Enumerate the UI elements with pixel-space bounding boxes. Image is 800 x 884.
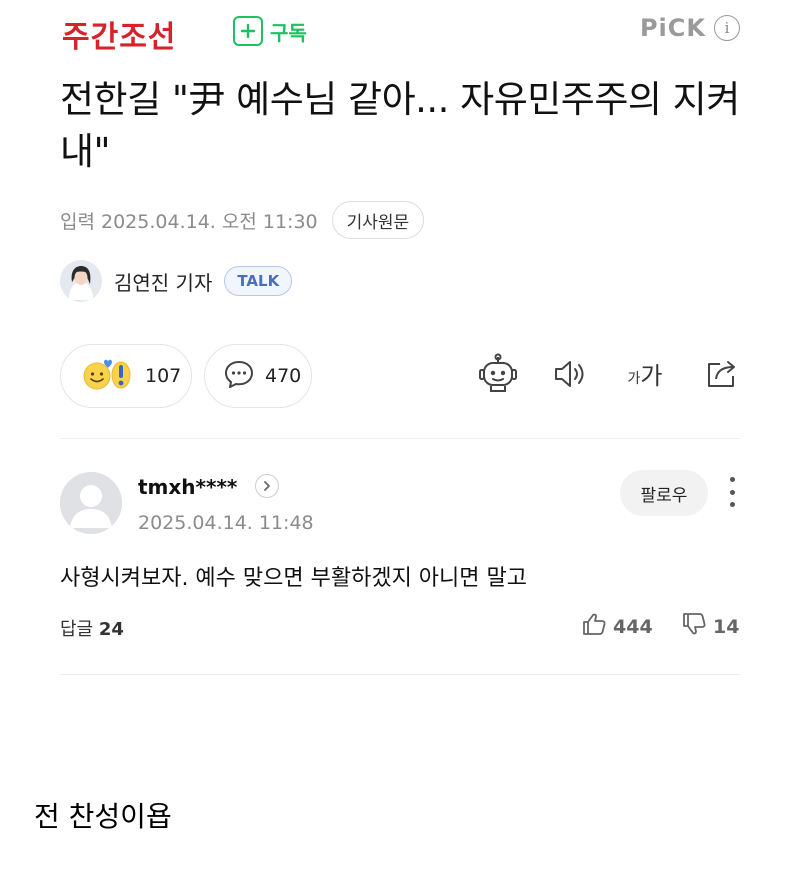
dislike-count: 14 — [713, 615, 740, 638]
plus-icon — [233, 16, 263, 46]
press-logo[interactable]: 주간조선 — [62, 12, 176, 56]
reporter-avatar[interactable] — [60, 260, 102, 302]
comment-count: 470 — [265, 365, 302, 387]
reply-button[interactable]: 답글 24 — [60, 615, 124, 641]
more-vertical-icon[interactable] — [720, 474, 744, 510]
emotion-count: 107 — [145, 365, 182, 387]
speaker-icon — [552, 359, 588, 393]
original-article-button[interactable]: 기사원문 — [331, 201, 425, 239]
subscribe-label: 구독 — [270, 20, 307, 45]
listen-button[interactable] — [546, 352, 594, 400]
talk-button[interactable]: TALK — [224, 266, 293, 296]
share-button[interactable] — [698, 352, 746, 400]
follow-button[interactable]: 팔로우 — [620, 470, 708, 516]
reporter-info: 김연진 기자 TALK — [60, 260, 293, 302]
article-meta: 입력 2025.04.14. 오전 11:30 기사원문 — [60, 201, 425, 239]
share-icon — [704, 358, 740, 394]
reply-count: 24 — [98, 619, 124, 640]
like-button[interactable]: 444 — [581, 612, 653, 641]
ai-summary-button[interactable] — [474, 352, 522, 400]
dislike-button[interactable]: 14 — [681, 612, 739, 641]
thumbs-up-icon — [581, 612, 607, 641]
published-timestamp: 입력 2025.04.14. 오전 11:30 — [60, 210, 318, 233]
emotion-reaction-button[interactable]: 107 — [60, 344, 192, 408]
commenter-avatar[interactable] — [60, 472, 122, 534]
comment-count-button[interactable]: 470 — [204, 344, 312, 408]
section-divider — [60, 438, 740, 439]
thumbs-down-icon — [681, 612, 707, 641]
post-caption: 전 찬성이욥 — [34, 800, 172, 833]
chevron-right-icon[interactable] — [255, 474, 279, 498]
commenter-username[interactable]: tmxh**** — [138, 475, 237, 499]
reply-label: 답글 — [60, 619, 94, 640]
comment-divider — [60, 674, 740, 675]
article-title: 전한길 "尹 예수님 같아... 자유민주주의 지켜내" — [60, 78, 740, 173]
text-size-button[interactable]: 가가 — [618, 352, 672, 400]
comment-timestamp: 2025.04.14. 11:48 — [138, 512, 314, 534]
pick-badge[interactable]: PiCK i — [640, 14, 740, 42]
comment-bubble-icon — [223, 359, 255, 393]
info-icon[interactable]: i — [714, 15, 740, 41]
reporter-name[interactable]: 김연진 기자 — [114, 267, 212, 296]
emoji-reaction-icon — [79, 356, 135, 396]
pick-label: PiCK — [639, 14, 706, 42]
subscribe-button[interactable]: 구독 — [233, 15, 307, 47]
like-count: 444 — [613, 615, 653, 638]
comment-text: 사형시켜보자. 예수 맞으면 부활하겠지 아니면 말고 — [60, 566, 528, 591]
text-size-icon: 가가 — [627, 362, 663, 390]
ai-robot-icon — [477, 353, 519, 399]
